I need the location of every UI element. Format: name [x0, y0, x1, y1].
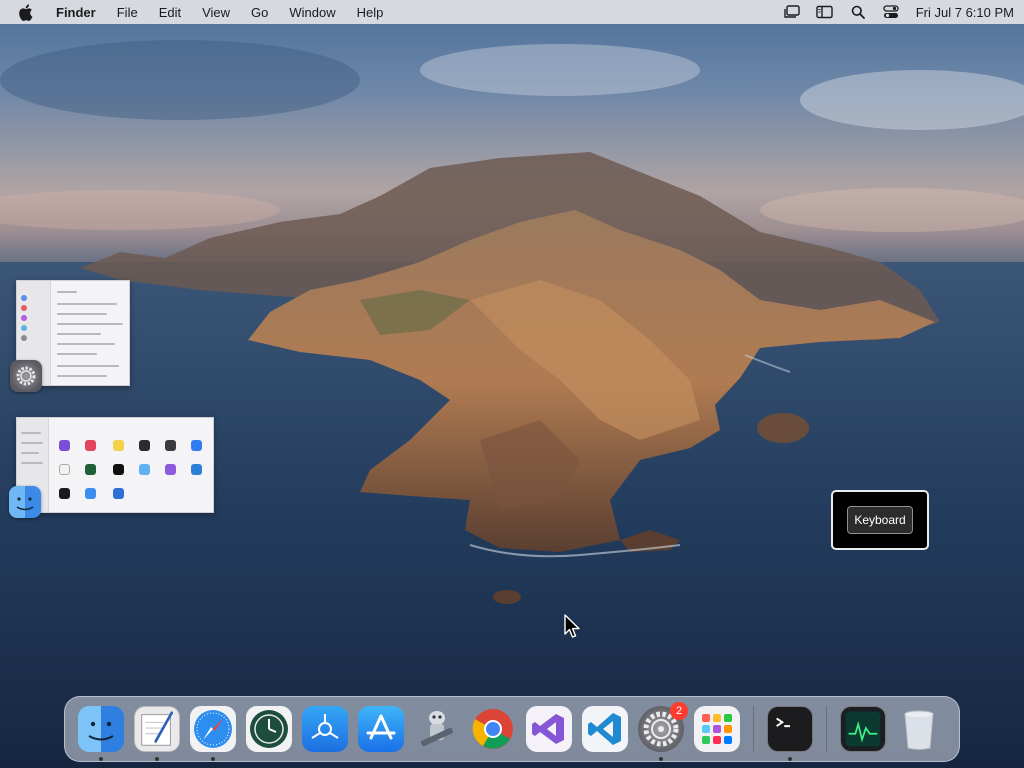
menu-bar: Finder File Edit View Go Window Help Fri… — [0, 0, 1024, 24]
thumbnail-app-icon — [113, 440, 124, 451]
thumbnail-sidebar-icon — [21, 305, 27, 311]
visual-studio-icon — [526, 706, 572, 752]
thumbnail-app-icon — [165, 440, 176, 451]
testflight-icon — [302, 706, 348, 752]
textedit-icon — [134, 706, 180, 752]
thumbnail-app-icon — [113, 464, 124, 475]
thumbnail-text-line — [57, 343, 115, 345]
dock-testflight[interactable] — [302, 706, 348, 752]
thumbnail-sidebar-icon — [21, 295, 27, 301]
automator-icon — [414, 706, 460, 752]
wallpaper-art — [0, 40, 1024, 768]
menubar-clock[interactable]: Fri Jul 7 6:10 PM — [916, 5, 1014, 20]
thumbnail-text-line — [57, 323, 123, 325]
thumbnail-app-icon — [59, 464, 70, 475]
dock-vscode[interactable] — [582, 706, 628, 752]
notification-badge: 2 — [670, 702, 688, 720]
dock-safari[interactable] — [190, 706, 236, 761]
thumbnail-text-line — [21, 442, 43, 444]
running-indicator — [659, 757, 663, 761]
app-store-icon — [358, 706, 404, 752]
time-machine-icon — [246, 706, 292, 752]
dock-separator — [826, 706, 827, 752]
menu-help[interactable]: Help — [357, 5, 384, 20]
dock-separator — [753, 706, 754, 752]
dock-automator[interactable] — [414, 706, 460, 752]
control-center-icon[interactable] — [882, 4, 900, 20]
dock-app-store[interactable] — [358, 706, 404, 752]
chrome-icon — [470, 706, 516, 752]
menu-go[interactable]: Go — [251, 5, 268, 20]
thumbnail-app-icon — [59, 440, 70, 451]
stage-manager-icon[interactable] — [783, 4, 801, 20]
thumbnail-text-line — [21, 452, 39, 454]
window-thumbnail-finder[interactable] — [16, 417, 214, 513]
safari-icon — [190, 706, 236, 752]
search-icon[interactable] — [849, 4, 867, 20]
terminal-icon — [767, 706, 813, 752]
running-indicator — [155, 757, 159, 761]
thumbnail-text-line — [57, 365, 119, 367]
dock-launchpad[interactable] — [694, 706, 740, 752]
mouse-pointer-icon — [564, 614, 580, 638]
running-indicator — [788, 757, 792, 761]
thumbnail-app-icon — [191, 440, 202, 451]
thumbnail-text-line — [21, 462, 43, 464]
dock-time-machine[interactable] — [246, 706, 292, 752]
running-indicator — [211, 757, 215, 761]
thumbnail-text-line — [57, 291, 77, 293]
thumbnail-sidebar-icon — [21, 335, 27, 341]
dock-activity-monitor[interactable] — [840, 706, 886, 752]
menu-window[interactable]: Window — [289, 5, 335, 20]
desktop-wallpaper — [0, 0, 1024, 768]
thumbnail-app-icon — [85, 488, 96, 499]
finder-icon — [9, 486, 41, 518]
vscode-icon — [582, 706, 628, 752]
thumbnail-sidebar-icon — [21, 315, 27, 321]
dock-finder[interactable] — [78, 706, 124, 761]
app-menu-finder[interactable]: Finder — [56, 5, 96, 20]
thumbnail-text-line — [57, 303, 117, 305]
finder-icon — [78, 706, 124, 752]
launchpad-icon — [694, 706, 740, 752]
menu-edit[interactable]: Edit — [159, 5, 181, 20]
gear-icon — [10, 360, 42, 392]
dock-visual-studio[interactable] — [526, 706, 572, 752]
dock-trash[interactable] — [896, 706, 942, 752]
keyboard-tooltip: Keyboard — [831, 490, 929, 550]
thumbnail-text-line — [21, 432, 41, 434]
trash-icon — [896, 706, 942, 752]
thumbnail-app-icon — [85, 440, 96, 451]
apple-icon[interactable] — [18, 3, 34, 21]
dock-system-settings[interactable]: 2 — [638, 702, 688, 761]
thumbnail-app-icon — [139, 440, 150, 451]
menu-view[interactable]: View — [202, 5, 230, 20]
menu-file[interactable]: File — [117, 5, 138, 20]
thumbnail-app-icon — [85, 464, 96, 475]
thumbnail-text-line — [57, 375, 107, 377]
keyboard-tooltip-label[interactable]: Keyboard — [847, 506, 913, 534]
thumbnail-sidebar-icon — [21, 325, 27, 331]
sidebar-icon[interactable] — [816, 4, 834, 20]
dock-textedit[interactable] — [134, 706, 180, 761]
thumbnail-app-icon — [59, 488, 70, 499]
activity-monitor-icon — [840, 706, 886, 752]
thumbnail-text-line — [57, 313, 107, 315]
thumbnail-app-icon — [165, 464, 176, 475]
dock-terminal[interactable] — [767, 706, 813, 761]
dock: 2 — [64, 696, 960, 762]
thumbnail-app-icon — [113, 488, 124, 499]
thumbnail-app-icon — [191, 464, 202, 475]
thumbnail-app-icon — [139, 464, 150, 475]
dock-chrome[interactable] — [470, 706, 516, 752]
running-indicator — [99, 757, 103, 761]
thumbnail-text-line — [57, 353, 97, 355]
thumbnail-text-line — [57, 333, 101, 335]
